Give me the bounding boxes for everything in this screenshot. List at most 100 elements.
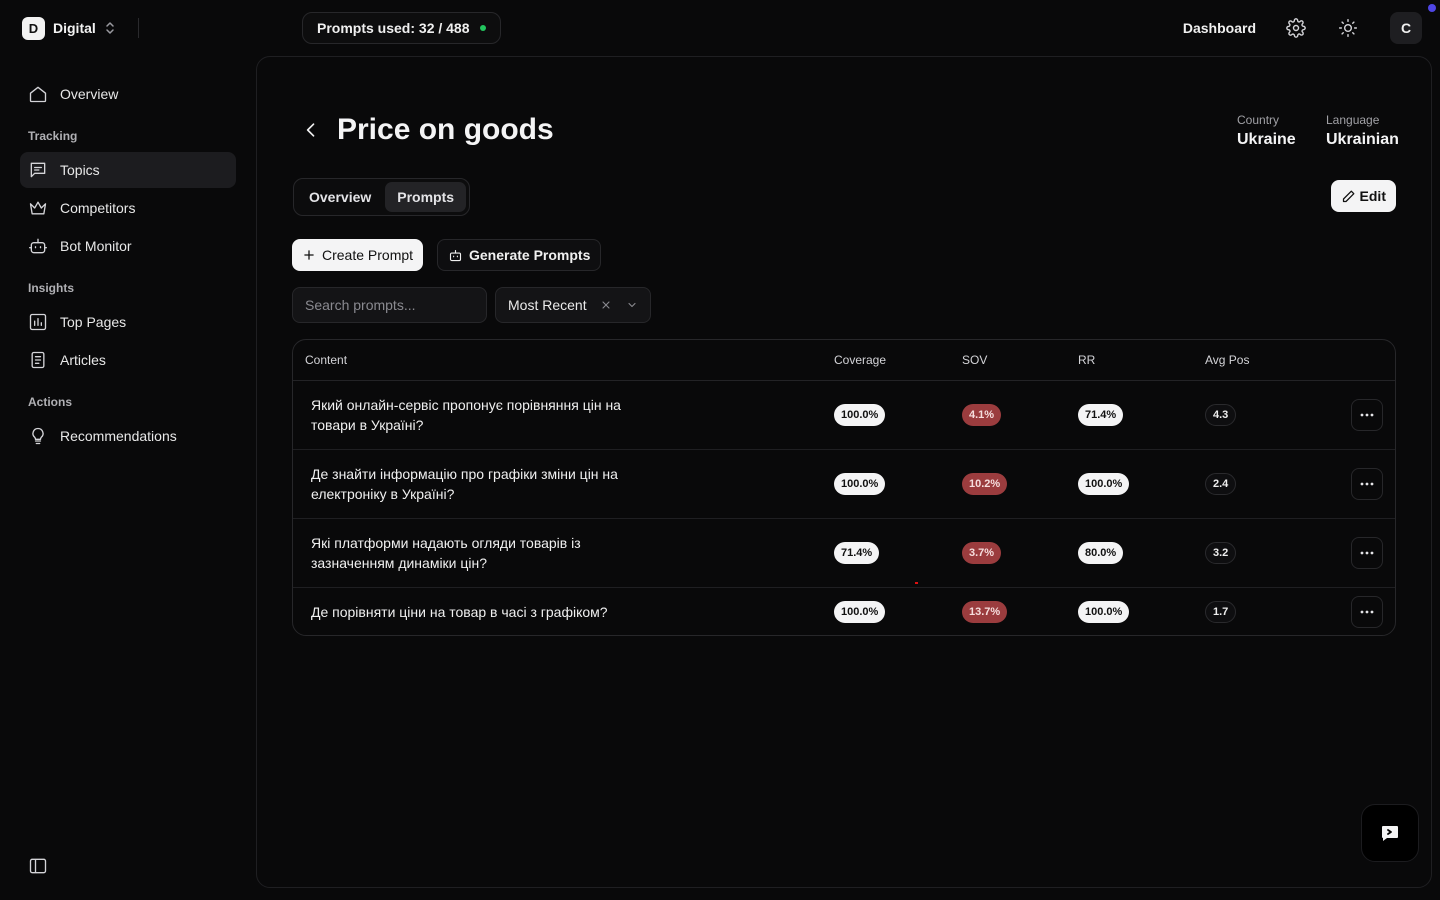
sort-value: Most Recent: [508, 297, 587, 313]
theme-sun-icon[interactable]: [1338, 18, 1358, 38]
prompt-content: Де порівняти ціни на товар в часі з граф…: [311, 604, 608, 620]
sidebar-item-topics[interactable]: Topics: [20, 152, 236, 188]
sidebar-toggle-icon[interactable]: [28, 856, 48, 876]
table-row[interactable]: Які платформи надають огляди товарів із …: [293, 519, 1395, 588]
chevrons-up-down-icon: [104, 21, 116, 35]
pencil-icon: [1342, 190, 1354, 202]
edit-button[interactable]: Edit: [1330, 180, 1396, 212]
settings-gear-icon[interactable]: [1286, 18, 1306, 38]
language-label: Language: [1326, 113, 1380, 127]
home-icon: [29, 86, 47, 103]
chevron-down-icon: [626, 299, 638, 311]
workspace-switcher[interactable]: D Digital: [22, 16, 116, 40]
sidebar-item-overview[interactable]: Overview: [20, 76, 236, 112]
sidebar-item-label: Overview: [60, 86, 119, 102]
back-chevron-icon[interactable]: [301, 120, 321, 140]
more-horizontal-icon: [1360, 610, 1374, 614]
chat-arrow-icon: [1382, 826, 1398, 841]
col-header-content: Content: [305, 353, 348, 367]
sidebar-item-articles[interactable]: Articles: [20, 342, 236, 378]
prompt-usage-chip: Prompts used: 32 / 488: [302, 12, 501, 44]
crown-icon: [29, 201, 47, 215]
row-more-button[interactable]: [1351, 537, 1383, 569]
sidebar-item-top-pages[interactable]: Top Pages: [20, 304, 236, 340]
coverage-badge: 100.0%: [834, 601, 886, 623]
main-panel: Price on goods Country Ukraine Language …: [256, 56, 1432, 888]
more-horizontal-icon: [1360, 413, 1374, 417]
dashboard-link[interactable]: Dashboard: [1183, 20, 1256, 36]
topbar-divider: [138, 18, 139, 38]
coverage-badge: 71.4%: [834, 542, 880, 564]
col-header-rr: RR: [1078, 353, 1096, 367]
sidebar-item-label: Competitors: [60, 200, 136, 216]
topbar-actions: Dashboard C: [1183, 12, 1422, 44]
table-row[interactable]: Який онлайн-сервіс пропонує порівняння ц…: [293, 381, 1395, 450]
language-value: Ukrainian: [1326, 131, 1399, 148]
user-avatar[interactable]: C: [1390, 12, 1422, 44]
rr-badge: 80.0%: [1078, 542, 1124, 564]
sidebar-section-actions: Actions: [28, 395, 73, 409]
more-horizontal-icon: [1360, 551, 1374, 555]
lightbulb-icon: [32, 427, 44, 445]
create-prompt-label: Create Prompt: [322, 247, 414, 263]
col-header-coverage: Coverage: [834, 353, 887, 367]
sov-badge: 10.2%: [962, 473, 1008, 495]
prompt-usage-text: Prompts used: 32 / 488: [317, 20, 470, 36]
avg-pos-badge: 4.3: [1205, 404, 1237, 426]
generate-prompts-button[interactable]: Generate Prompts: [437, 239, 602, 271]
coverage-badge: 100.0%: [834, 404, 886, 426]
row-more-button[interactable]: [1351, 468, 1383, 500]
workspace-name: Digital: [53, 20, 96, 36]
document-icon: [31, 351, 45, 369]
sidebar-item-competitors[interactable]: Competitors: [20, 190, 236, 226]
row-more-button[interactable]: [1351, 399, 1383, 431]
create-prompt-button[interactable]: Create Prompt: [292, 239, 424, 271]
table-header: Content Coverage SOV RR Avg Pos: [293, 340, 1395, 381]
table-row[interactable]: Де знайти інформацію про графіки зміни ц…: [293, 450, 1395, 519]
avg-pos-badge: 2.4: [1205, 473, 1237, 495]
clear-x-icon[interactable]: [600, 299, 612, 311]
prompts-table: Content Coverage SOV RR Avg Pos Який онл…: [292, 339, 1396, 636]
bar-chart-icon: [29, 313, 47, 331]
rr-badge: 100.0%: [1078, 473, 1130, 495]
sov-badge: 13.7%: [962, 601, 1008, 623]
chat-launcher-button[interactable]: [1361, 804, 1419, 862]
sidebar-item-label: Recommendations: [60, 428, 177, 444]
col-header-sov: SOV: [962, 353, 988, 367]
bot-icon: [449, 249, 462, 261]
coverage-badge: 100.0%: [834, 473, 886, 495]
prompt-content: Який онлайн-сервіс пропонує порівняння ц…: [311, 397, 621, 433]
tab-overview[interactable]: Overview: [297, 182, 383, 212]
workspace-logo: D: [22, 16, 45, 40]
avg-pos-badge: 1.7: [1205, 601, 1237, 623]
sidebar-section-tracking: Tracking: [28, 129, 78, 143]
sidebar-section-insights: Insights: [28, 281, 75, 295]
bot-icon: [29, 238, 47, 254]
prompt-content: Де знайти інформацію про графіки зміни ц…: [311, 466, 618, 502]
language-meta: Language Ukrainian: [1326, 113, 1399, 149]
country-label: Country: [1237, 113, 1280, 127]
sidebar-item-recommendations[interactable]: Recommendations: [20, 418, 236, 454]
message-square-icon: [30, 162, 46, 178]
more-horizontal-icon: [1360, 482, 1374, 486]
tab-prompts[interactable]: Prompts: [385, 182, 467, 212]
page-title: Price on goods: [337, 113, 554, 146]
sov-badge: 3.7%: [962, 542, 1002, 564]
row-more-button[interactable]: [1351, 596, 1383, 628]
plus-icon: [304, 250, 314, 260]
notification-dot: [1428, 4, 1436, 12]
sidebar-item-label: Articles: [60, 352, 106, 368]
search-prompts-input[interactable]: [292, 287, 487, 323]
sidebar-item-bot-monitor[interactable]: Bot Monitor: [20, 228, 236, 264]
app-root: D Digital Prompts used: 32 / 488 Dashboa…: [0, 0, 1440, 900]
sidebar: Overview Tracking Topics Competitors Bot…: [20, 76, 236, 454]
sidebar-item-label: Bot Monitor: [60, 238, 132, 254]
sort-select[interactable]: Most Recent: [495, 287, 651, 323]
col-header-avg-pos: Avg Pos: [1205, 353, 1250, 367]
country-meta: Country Ukraine: [1237, 113, 1296, 149]
view-tabs: Overview Prompts: [293, 178, 471, 216]
generate-prompts-label: Generate Prompts: [469, 247, 591, 263]
rr-badge: 100.0%: [1078, 601, 1130, 623]
table-row[interactable]: Де порівняти ціни на товар в часі з граф…: [293, 588, 1395, 635]
sov-badge: 4.1%: [962, 404, 1002, 426]
